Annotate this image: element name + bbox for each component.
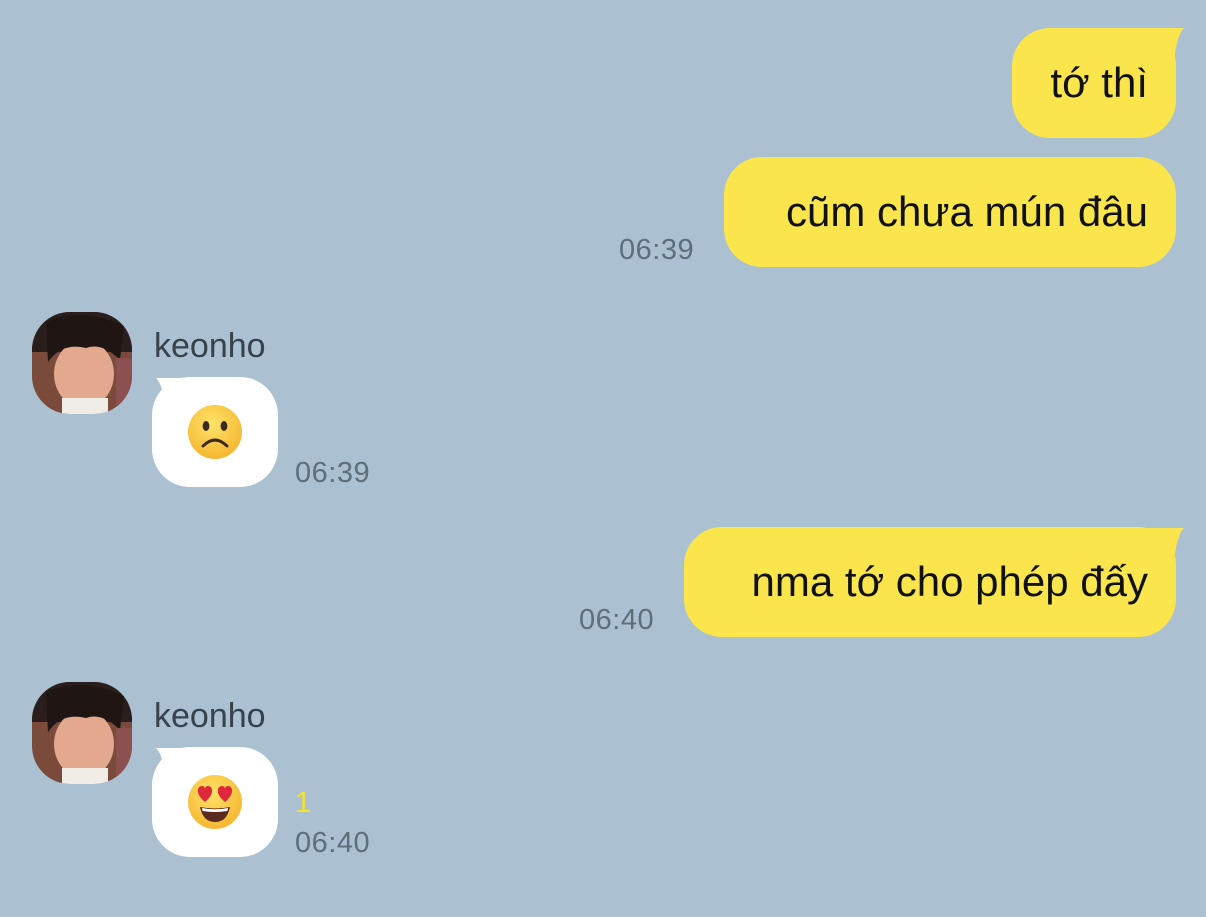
sender-name: keonho bbox=[154, 697, 266, 735]
message-text: cũm chưa mún đâu bbox=[786, 188, 1148, 235]
frowning-face-icon bbox=[188, 405, 242, 459]
message-text: tớ thì bbox=[1050, 59, 1148, 106]
sender-name: keonho bbox=[154, 327, 266, 365]
message-timestamp: 06:40 bbox=[295, 827, 371, 859]
unread-count: 1 bbox=[295, 787, 312, 819]
incoming-message-bubble[interactable] bbox=[152, 747, 278, 857]
outgoing-message-bubble[interactable]: cũm chưa mún đâu bbox=[724, 157, 1176, 267]
avatar[interactable] bbox=[32, 312, 132, 414]
message-text: nma tớ cho phép đấy bbox=[751, 558, 1148, 605]
message-timestamp: 06:40 bbox=[579, 604, 655, 636]
outgoing-message-bubble[interactable]: nma tớ cho phép đấy bbox=[684, 527, 1176, 637]
bubble-tail bbox=[1136, 528, 1184, 568]
avatar[interactable] bbox=[32, 682, 132, 784]
message-timestamp: 06:39 bbox=[619, 234, 695, 266]
message-timestamp: 06:39 bbox=[295, 457, 371, 489]
heart-eyes-face-icon bbox=[188, 775, 242, 829]
incoming-message-bubble[interactable] bbox=[152, 377, 278, 487]
bubble-tail bbox=[1136, 28, 1184, 68]
